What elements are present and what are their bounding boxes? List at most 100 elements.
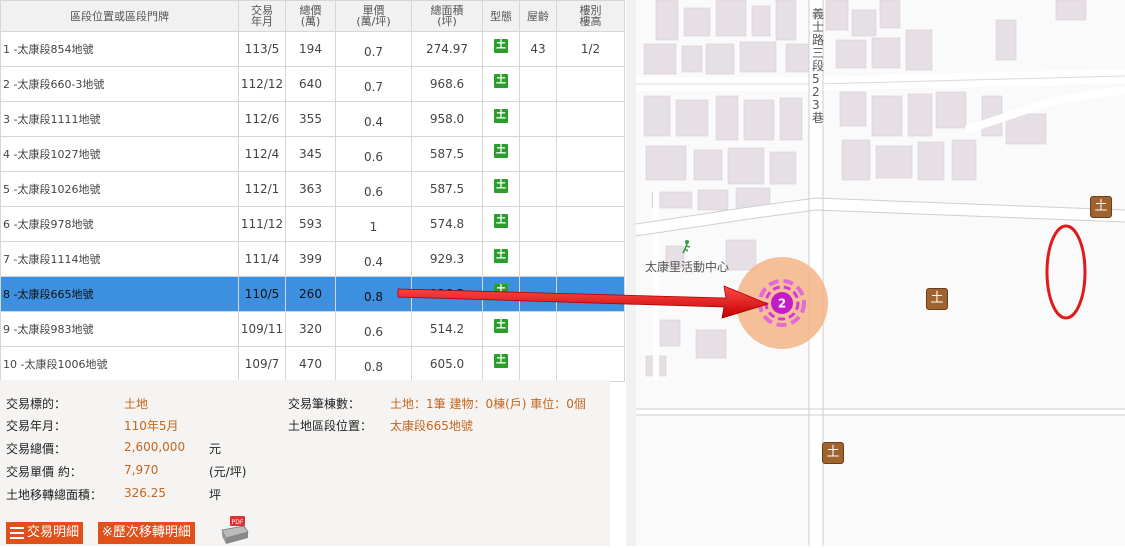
table-header: 區段位置或區段門牌 交易 年月 總價 (萬) 單價 (萬/坪) 總面積 (坪) 型態 屋… xyxy=(0,0,625,32)
cell-age: 43 xyxy=(519,31,557,67)
cell-total: 399 xyxy=(285,241,336,277)
header-unit-price[interactable]: 單價 (萬/坪) xyxy=(335,0,412,32)
transaction-detail: 交易標的： 土地 交易年月： 110年5月 交易總價： 2,600,000 元 … xyxy=(0,380,610,546)
land-type-icon: 土 xyxy=(494,353,508,368)
cell-age xyxy=(519,171,557,207)
cell-total: 470 xyxy=(285,346,336,382)
table-row[interactable]: 4 -太康段1027地號 112/4 345 0.6 587.5 土 xyxy=(0,136,625,172)
cell-area: 587.5 xyxy=(411,136,483,172)
cell-floor xyxy=(556,241,625,277)
unit-price-label: 交易單價 約： xyxy=(6,465,82,479)
cell-area: 574.8 xyxy=(411,206,483,242)
land-type-icon: 土 xyxy=(494,108,508,123)
road-label: 義士路三段523巷 xyxy=(812,7,825,125)
cell-age xyxy=(519,101,557,137)
pdf-print-icon[interactable]: PDF xyxy=(220,516,250,544)
area-unit: 坪 xyxy=(209,488,222,502)
total-unit: 元 xyxy=(209,442,222,456)
cell-area: 958.0 xyxy=(411,101,483,137)
unit-price-unit: (元/坪) xyxy=(209,465,247,479)
header-date[interactable]: 交易 年月 xyxy=(238,0,286,32)
cell-type: 土 xyxy=(482,346,520,382)
cell-floor xyxy=(556,101,625,137)
cell-date: 110/5 xyxy=(238,276,286,312)
table-row[interactable]: 1 -太康段854地號 113/5 194 0.7 274.97 土 43 1/2 xyxy=(0,31,625,67)
cell-unit: 0.6 xyxy=(335,136,412,172)
table-row[interactable]: 6 -太康段978地號 111/12 593 1 574.8 土 xyxy=(0,206,625,242)
poi-label[interactable]: 太康里活動中心 xyxy=(645,258,729,275)
panel-divider[interactable] xyxy=(626,0,636,546)
cell-total: 640 xyxy=(285,66,336,102)
date-value: 110年5月 xyxy=(124,419,179,433)
cell-age xyxy=(519,136,557,172)
cell-addr: 3 -太康段1111地號 xyxy=(0,101,239,137)
table-row[interactable]: 9 -太康段983地號 109/11 320 0.6 514.2 土 xyxy=(0,311,625,347)
cell-date: 112/4 xyxy=(238,136,286,172)
cell-date: 111/12 xyxy=(238,206,286,242)
cell-unit: 0.4 xyxy=(335,101,412,137)
cell-type: 土 xyxy=(482,171,520,207)
area-value: 326.25 xyxy=(124,486,166,500)
cell-date: 109/7 xyxy=(238,346,286,382)
cell-type: 土 xyxy=(482,311,520,347)
map-view[interactable]: 2 義士路三段523巷 太康里活動中心 土 土 土 xyxy=(636,0,1125,546)
cell-addr: 10 -太康段1006地號 xyxy=(0,346,239,382)
cell-type: 土 xyxy=(482,276,520,312)
land-lot-marker[interactable]: 土 xyxy=(822,442,844,464)
cell-age xyxy=(519,346,557,382)
cell-unit: 0.7 xyxy=(335,66,412,102)
date-label: 交易年月： xyxy=(6,419,67,433)
land-lot-marker[interactable]: 土 xyxy=(926,288,948,310)
cell-area: 514.2 xyxy=(411,311,483,347)
map-cluster-marker[interactable]: 2 xyxy=(736,257,828,349)
header-address[interactable]: 區段位置或區段門牌 xyxy=(0,0,239,32)
cell-unit: 0.4 xyxy=(335,241,412,277)
table-row[interactable]: 3 -太康段1111地號 112/6 355 0.4 958.0 土 xyxy=(0,101,625,137)
cell-total: 593 xyxy=(285,206,336,242)
table-row[interactable]: 7 -太康段1114地號 111/4 399 0.4 929.3 土 xyxy=(0,241,625,277)
cell-date: 112/1 xyxy=(238,171,286,207)
table-row[interactable]: 10 -太康段1006地號 109/7 470 0.8 605.0 土 xyxy=(0,346,625,382)
transaction-detail-button[interactable]: 交易明細 xyxy=(6,522,84,544)
cell-type: 土 xyxy=(482,206,520,242)
cell-floor xyxy=(556,171,625,207)
cell-addr: 1 -太康段854地號 xyxy=(0,31,239,67)
cell-unit: 0.8 xyxy=(335,276,412,312)
cell-type: 土 xyxy=(482,31,520,67)
cell-age xyxy=(519,276,557,312)
cell-floor xyxy=(556,136,625,172)
cell-floor xyxy=(556,311,625,347)
count-label: 交易筆棟數： xyxy=(288,397,361,411)
cell-type: 土 xyxy=(482,66,520,102)
unit-price-value: 7,970 xyxy=(124,463,159,477)
table-row[interactable]: 2 -太康段660-3地號 112/12 640 0.7 968.6 土 xyxy=(0,66,625,102)
table-row[interactable]: 5 -太康段1026地號 112/1 363 0.6 587.5 土 xyxy=(0,171,625,207)
cell-total: 194 xyxy=(285,31,336,67)
cell-addr: 5 -太康段1026地號 xyxy=(0,171,239,207)
cell-age xyxy=(519,66,557,102)
cell-addr: 6 -太康段978地號 xyxy=(0,206,239,242)
header-age[interactable]: 屋齡 xyxy=(519,0,557,32)
cell-addr: 9 -太康段983地號 xyxy=(0,311,239,347)
cell-date: 112/12 xyxy=(238,66,286,102)
land-type-icon: 土 xyxy=(494,143,508,158)
header-floor[interactable]: 樓別 樓高 xyxy=(556,0,625,32)
cell-age xyxy=(519,311,557,347)
transaction-table: 區段位置或區段門牌 交易 年月 總價 (萬) 單價 (萬/坪) 總面積 (坪) 型態 屋… xyxy=(0,0,625,382)
cell-total: 320 xyxy=(285,311,336,347)
cell-date: 109/11 xyxy=(238,311,286,347)
count-value: 土地：1筆 建物：0棟(戶) 車位：0個 xyxy=(390,397,586,411)
cell-unit: 0.7 xyxy=(335,31,412,67)
header-type[interactable]: 型態 xyxy=(482,0,520,32)
land-lot-marker[interactable]: 土 xyxy=(1090,196,1112,218)
table-row[interactable]: 8 -太康段665地號 110/5 260 0.8 326.3 土 xyxy=(0,276,625,312)
transfer-history-button[interactable]: ※歷次移轉明細 xyxy=(98,522,195,544)
header-total[interactable]: 總價 (萬) xyxy=(285,0,336,32)
cell-date: 112/6 xyxy=(238,101,286,137)
cell-floor xyxy=(556,206,625,242)
cell-age xyxy=(519,241,557,277)
cell-total: 363 xyxy=(285,171,336,207)
header-area[interactable]: 總面積 (坪) xyxy=(411,0,483,32)
land-type-icon: 土 xyxy=(494,248,508,263)
cell-unit: 1 xyxy=(335,206,412,242)
